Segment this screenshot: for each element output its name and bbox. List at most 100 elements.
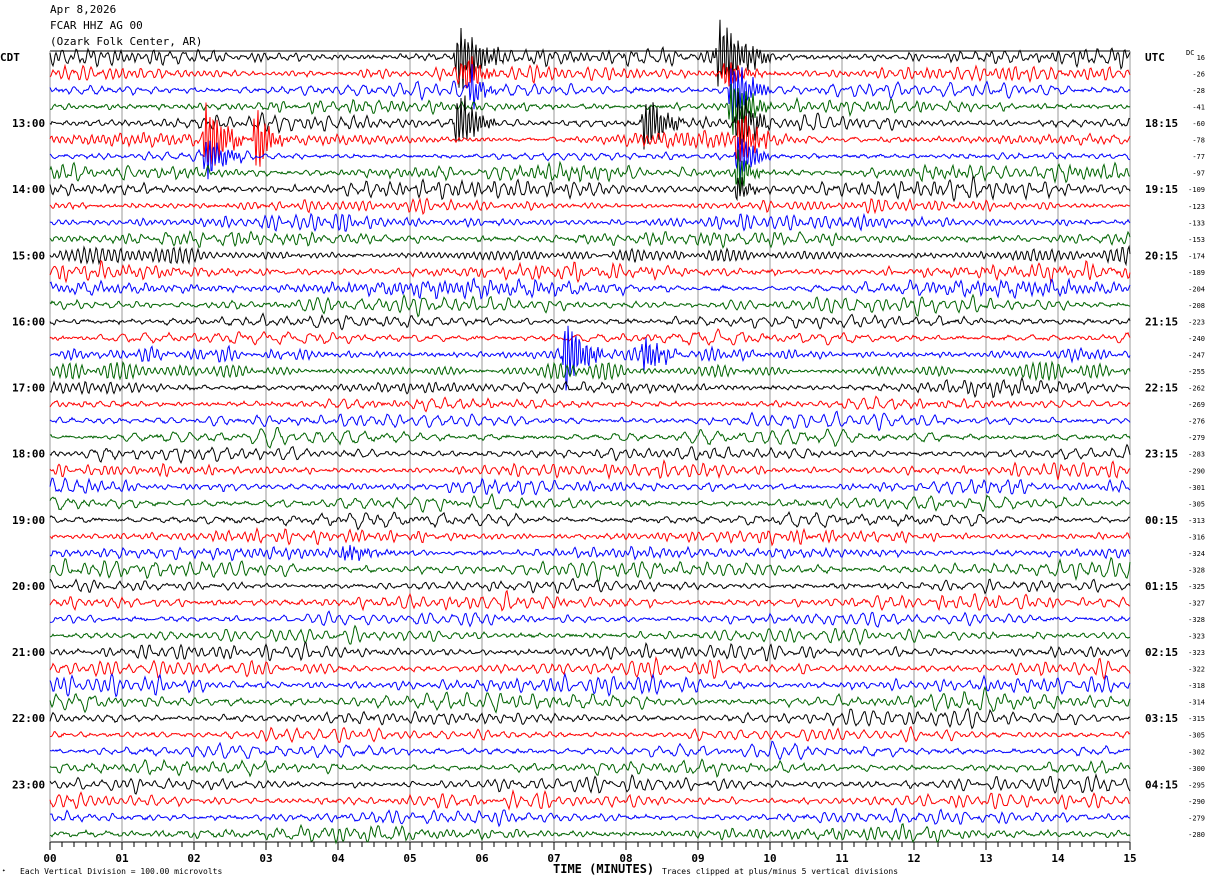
right-hour-label: 18:15	[1145, 117, 1178, 130]
left-hour-label: 22:00	[12, 712, 45, 725]
x-tick-label: 13	[979, 852, 992, 865]
dc-offset-label: -290	[1188, 467, 1205, 475]
dc-offset-label: -174	[1188, 252, 1205, 260]
dc-offset-label: -305	[1188, 732, 1205, 740]
seismogram-plot: 00 01 02 03 04 05 06 07 08 09 10 11 12 13 14 1516-26-28…	[0, 19, 1205, 865]
right-timezone-label: UTC	[1145, 51, 1165, 64]
x-tick-label: 03	[259, 852, 272, 865]
dc-offset-label: -276	[1188, 418, 1205, 426]
right-hour-label: 21:15	[1145, 315, 1178, 328]
left-timezone-label: CDT	[0, 51, 20, 64]
trace-44	[49, 772, 1131, 795]
x-tick-label: 01	[115, 852, 129, 865]
trace-24	[49, 443, 1131, 465]
dc-offset-label: -295	[1188, 781, 1205, 789]
dc-offset-label: -223	[1188, 318, 1205, 326]
dc-offset-label: -318	[1188, 682, 1205, 690]
trace-11	[49, 230, 1131, 249]
right-hour-label: 23:15	[1145, 448, 1178, 461]
trace-27	[49, 492, 1131, 513]
dc-offset-label: -123	[1188, 203, 1205, 211]
trace-46	[49, 807, 1131, 828]
helicorder: Apr 8,2026 FCAR HHZ AG 00 (Ozark Folk Ce…	[0, 0, 1210, 886]
trace-12	[49, 244, 1131, 267]
left-hour-label: 14:00	[12, 183, 45, 196]
trace-13	[49, 259, 1131, 285]
trace-33	[49, 589, 1131, 612]
right-hour-label: 02:15	[1145, 646, 1178, 659]
trace-34	[49, 610, 1131, 628]
trace-42	[49, 740, 1131, 761]
x-tick-label: 10	[763, 852, 776, 865]
trace-47	[49, 823, 1131, 845]
dc-offset-label: -323	[1188, 649, 1205, 657]
dc-offset-label: -109	[1188, 186, 1205, 194]
x-tick-label: 09	[691, 852, 704, 865]
x-tick-label: 02	[187, 852, 200, 865]
dc-offset-label: -208	[1188, 302, 1205, 310]
trace-26	[49, 477, 1131, 496]
left-hour-label: 16:00	[12, 315, 45, 328]
trace-32	[49, 577, 1131, 595]
dc-offset-label: -97	[1192, 170, 1205, 178]
left-hour-label: 17:00	[12, 382, 45, 395]
dc-offset-label: -189	[1188, 269, 1205, 277]
dc-offset-label: -322	[1188, 666, 1205, 674]
x-tick-label: 00	[43, 852, 56, 865]
dc-offset-label: -300	[1188, 765, 1205, 773]
dc-offset-label: -325	[1188, 583, 1205, 591]
trace-21	[49, 395, 1131, 413]
dc-offset-label: -153	[1188, 236, 1205, 244]
dc-offset-label: -315	[1188, 715, 1205, 723]
trace-14	[49, 277, 1131, 301]
right-hour-label: 00:15	[1145, 514, 1178, 527]
dc-offset-label: -301	[1188, 484, 1205, 492]
dc-offset-label: -314	[1188, 699, 1205, 707]
dc-offset-label: -240	[1188, 335, 1205, 343]
x-tick-label: 14	[1051, 852, 1065, 865]
dc-header-label: DC	[1186, 49, 1194, 57]
dc-offset-label: -290	[1188, 798, 1205, 806]
trace-16	[49, 312, 1131, 331]
dc-offset-label: -255	[1188, 368, 1205, 376]
trace-25	[49, 459, 1131, 481]
trace-29	[49, 526, 1131, 547]
left-hour-label: 18:00	[12, 448, 45, 461]
left-hour-label: 19:00	[12, 514, 45, 527]
right-hour-label: 01:15	[1145, 580, 1178, 593]
dc-offset-label: -313	[1188, 517, 1205, 525]
trace-35	[49, 624, 1131, 646]
trace-31	[49, 556, 1131, 583]
dc-offset-label: -204	[1188, 285, 1205, 293]
dc-offset-label: -269	[1188, 401, 1205, 409]
trace-15	[49, 293, 1131, 318]
trace-38	[49, 672, 1131, 698]
x-tick-label: 06	[475, 852, 489, 865]
dc-offset-label: -316	[1188, 533, 1205, 541]
trace-37	[49, 656, 1131, 681]
dc-offset-label: -279	[1188, 814, 1205, 822]
dc-offset-label: -327	[1188, 599, 1205, 607]
x-tick-label: 05	[403, 852, 416, 865]
trace-17	[49, 328, 1131, 346]
left-hour-label: 15:00	[12, 249, 45, 262]
dc-offset-label: -60	[1192, 120, 1205, 128]
trace-8	[49, 174, 1131, 203]
dc-offset-label: -262	[1188, 385, 1205, 393]
dc-offset-label: 16	[1197, 54, 1205, 62]
trace-28	[49, 510, 1131, 531]
left-hour-label: 23:00	[12, 778, 45, 791]
left-hour-label: 21:00	[12, 646, 45, 659]
trace-30	[49, 544, 1131, 562]
trace-41	[49, 725, 1131, 744]
trace-43	[49, 758, 1131, 778]
dc-offset-label: -283	[1188, 451, 1205, 459]
dc-offset-label: -133	[1188, 219, 1205, 227]
right-hour-label: 20:15	[1145, 249, 1178, 262]
x-axis-label: TIME (MINUTES)	[553, 862, 655, 876]
trace-9	[49, 197, 1130, 216]
trace-23	[49, 427, 1131, 449]
trace-36	[50, 642, 1131, 662]
trace-0	[49, 19, 1131, 91]
trace-2	[49, 64, 1131, 123]
